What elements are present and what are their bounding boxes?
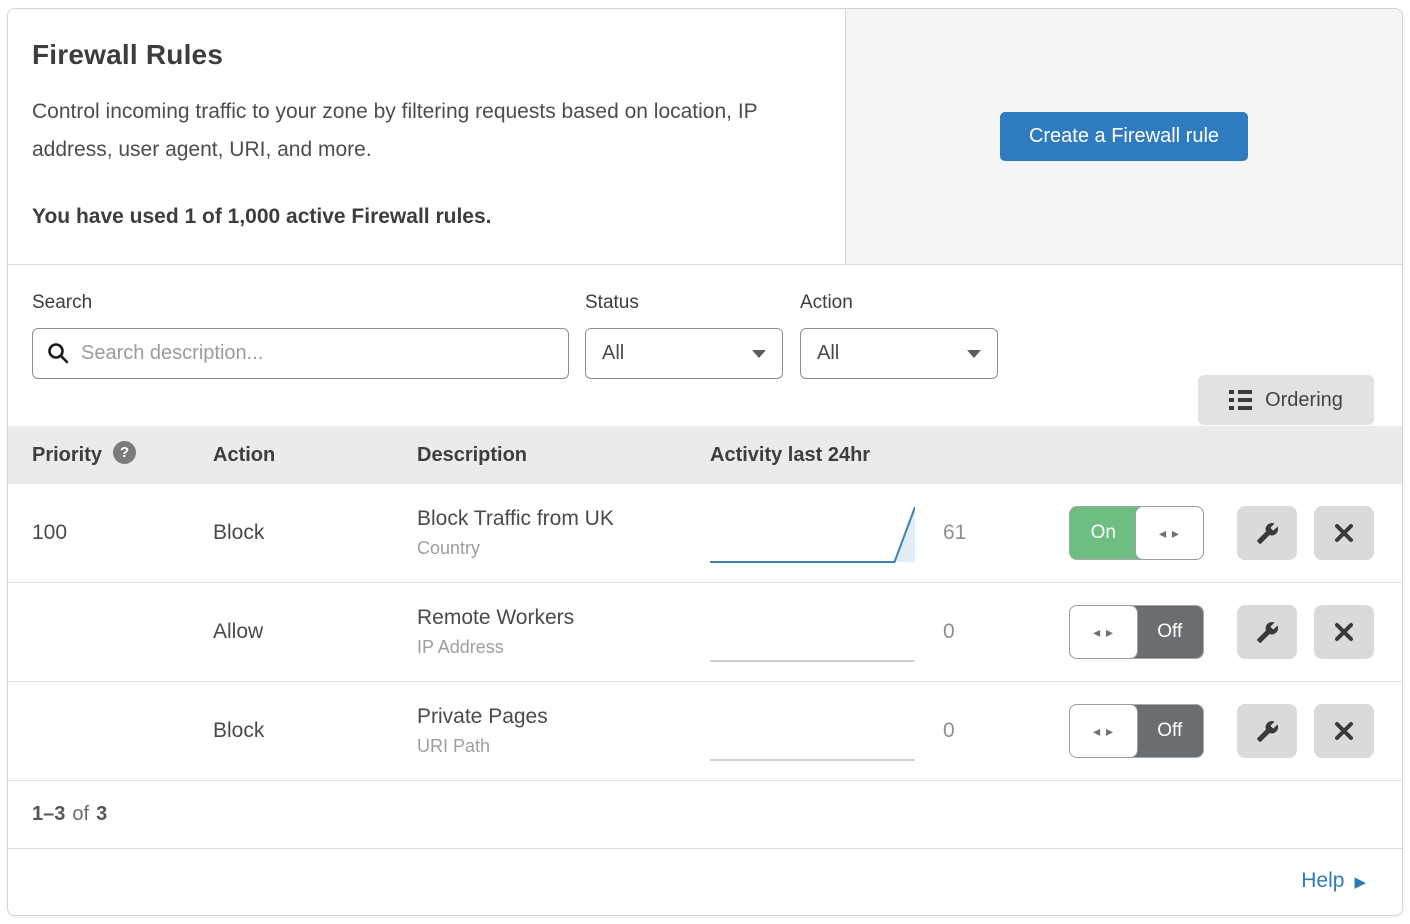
chevron-down-icon	[752, 350, 766, 358]
column-header-description: Description	[417, 444, 710, 467]
toggle-handle-icon[interactable]: ◂ ▸	[1069, 605, 1138, 659]
wrench-icon	[1256, 522, 1279, 545]
rule-controls: Off ◂ ▸	[1040, 605, 1402, 659]
help-link[interactable]: Help ▶	[1301, 869, 1366, 893]
rule-description: Remote Workers	[417, 606, 710, 630]
help-bar: Help ▶	[8, 849, 1402, 913]
delete-rule-button[interactable]	[1314, 506, 1374, 560]
action-label: Action	[800, 292, 998, 314]
rule-description: Block Traffic from UK	[417, 507, 710, 531]
header-text-panel: Firewall Rules Control incoming traffic …	[8, 9, 845, 264]
ordering-wrap: Ordering	[1198, 292, 1374, 426]
rule-description: Private Pages	[417, 705, 710, 729]
close-icon	[1334, 523, 1354, 543]
status-selected-value: All	[602, 342, 624, 365]
rule-enabled-toggle[interactable]: On ◂ ▸	[1069, 506, 1204, 560]
page-description: Control incoming traffic to your zone by…	[32, 93, 805, 169]
close-icon	[1334, 721, 1354, 741]
rule-enabled-toggle[interactable]: Off ◂ ▸	[1069, 704, 1204, 758]
ordered-list-icon	[1229, 390, 1252, 410]
column-header-priority: Priority ?	[32, 444, 213, 467]
rule-enabled-toggle[interactable]: Off ◂ ▸	[1069, 605, 1204, 659]
header-action-panel: Create a Firewall rule	[845, 9, 1402, 264]
rule-activity-cell: 61	[710, 502, 1040, 564]
edit-rule-button[interactable]	[1237, 506, 1297, 560]
chevron-down-icon	[967, 350, 981, 358]
priority-help-icon[interactable]: ?	[113, 441, 136, 464]
rule-priority: 100	[32, 521, 213, 545]
activity-count: 0	[943, 620, 973, 644]
rule-description-cell: Block Traffic from UK Country	[417, 507, 710, 559]
activity-sparkline	[710, 700, 915, 762]
priority-header-label: Priority	[32, 444, 102, 467]
ordering-button-label: Ordering	[1265, 389, 1343, 412]
rule-controls: On ◂ ▸	[1040, 506, 1402, 560]
rule-match-type: IP Address	[417, 637, 710, 658]
arrow-right-icon: ▶	[1354, 873, 1366, 891]
help-link-label: Help	[1301, 869, 1344, 893]
status-filter-group: Status All	[585, 292, 783, 426]
ordering-button[interactable]: Ordering	[1198, 375, 1374, 425]
page-header: Firewall Rules Control incoming traffic …	[8, 9, 1402, 265]
activity-count: 61	[943, 521, 973, 545]
table-row: Allow Remote Workers IP Address 0 Off ◂ …	[8, 583, 1402, 682]
create-firewall-rule-button[interactable]: Create a Firewall rule	[1000, 112, 1248, 161]
pagination-bar: 1–3 of 3	[8, 781, 1402, 849]
action-select[interactable]: All	[800, 328, 998, 379]
action-filter-group: Action All	[800, 292, 998, 426]
toggle-handle-icon[interactable]: ◂ ▸	[1135, 506, 1204, 560]
action-selected-value: All	[817, 342, 839, 365]
activity-sparkline	[710, 601, 915, 663]
rule-description-cell: Remote Workers IP Address	[417, 606, 710, 658]
filters-bar: Search Status All Action All	[8, 265, 1402, 426]
rule-activity-cell: 0	[710, 601, 1040, 663]
search-label: Search	[32, 292, 569, 314]
firewall-rules-card: Firewall Rules Control incoming traffic …	[7, 8, 1403, 916]
rule-description-cell: Private Pages URI Path	[417, 705, 710, 757]
wrench-icon	[1256, 720, 1279, 743]
edit-rule-button[interactable]	[1237, 605, 1297, 659]
rule-activity-cell: 0	[710, 700, 1040, 762]
status-label: Status	[585, 292, 783, 314]
column-header-action: Action	[213, 444, 417, 467]
search-input[interactable]	[32, 328, 569, 379]
rule-match-type: Country	[417, 538, 710, 559]
table-row: Block Private Pages URI Path 0 Off ◂ ▸	[8, 682, 1402, 781]
pagination-range: 1–3	[32, 803, 65, 826]
toggle-state-label: Off	[1137, 606, 1204, 658]
wrench-icon	[1256, 621, 1279, 644]
rule-controls: Off ◂ ▸	[1040, 704, 1402, 758]
rule-action: Block	[213, 719, 417, 743]
rule-action: Block	[213, 521, 417, 545]
activity-sparkline	[710, 502, 915, 564]
activity-count: 0	[943, 719, 973, 743]
search-box	[32, 328, 569, 379]
search-icon	[47, 342, 69, 364]
toggle-handle-icon[interactable]: ◂ ▸	[1069, 704, 1138, 758]
pagination-total: 3	[96, 803, 107, 826]
page-title: Firewall Rules	[32, 39, 805, 71]
pagination-separator: of	[72, 803, 89, 826]
table-row: 100 Block Block Traffic from UK Country …	[8, 484, 1402, 583]
close-icon	[1334, 622, 1354, 642]
status-select[interactable]: All	[585, 328, 783, 379]
delete-rule-button[interactable]	[1314, 605, 1374, 659]
table-header-row: Priority ? Action Description Activity l…	[8, 426, 1402, 484]
column-header-activity: Activity last 24hr	[710, 444, 1040, 467]
edit-rule-button[interactable]	[1237, 704, 1297, 758]
toggle-state-label: Off	[1137, 705, 1204, 757]
rule-action: Allow	[213, 620, 417, 644]
toggle-state-label: On	[1070, 507, 1137, 559]
usage-note: You have used 1 of 1,000 active Firewall…	[32, 205, 805, 229]
delete-rule-button[interactable]	[1314, 704, 1374, 758]
search-group: Search	[32, 292, 569, 426]
rule-match-type: URI Path	[417, 736, 710, 757]
